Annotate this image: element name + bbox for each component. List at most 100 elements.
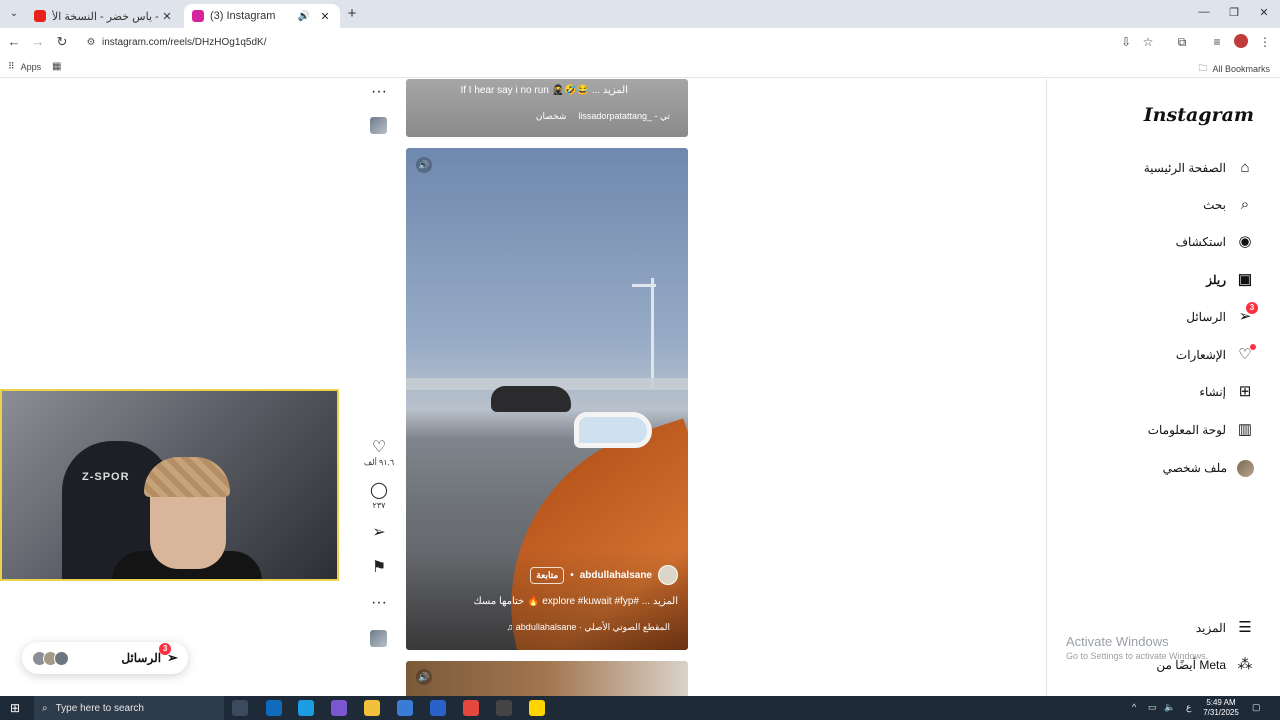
site-info-icon[interactable]: ⚙ bbox=[80, 37, 102, 48]
tab-groups-icon[interactable]: ▦ bbox=[52, 61, 61, 72]
streetlamp-arm bbox=[632, 284, 656, 287]
sidebar-item-reels[interactable]: ريلز ▣ bbox=[1206, 269, 1254, 291]
windows-start-icon[interactable]: ⊞ bbox=[10, 701, 24, 715]
language-indicator[interactable]: ع bbox=[1186, 702, 1191, 713]
sidebar-item-label: بحث bbox=[1203, 198, 1226, 212]
taskbar-clock[interactable]: 5:49 AM 7/31/2025 bbox=[1196, 698, 1246, 718]
comment-count: ٢٣٧ bbox=[372, 501, 386, 510]
apps-grid-icon: ⠿ bbox=[8, 61, 15, 71]
tab-search-chevron-icon[interactable]: ⌄ bbox=[6, 6, 22, 22]
edge-icon[interactable] bbox=[298, 700, 314, 716]
sidebar-item-notifications[interactable]: الإشعارات ♡ bbox=[1176, 344, 1256, 366]
forward-icon[interactable]: → bbox=[30, 34, 46, 50]
outlook-icon[interactable] bbox=[266, 700, 282, 716]
comment-button[interactable]: ◯ ٢٣٧ bbox=[362, 482, 396, 510]
apps-bookmark[interactable]: ⠿ Apps bbox=[8, 61, 41, 72]
watermark-title: Activate Windows bbox=[1066, 634, 1169, 649]
extensions-icon[interactable]: ⧉ bbox=[1174, 34, 1190, 50]
reel-audio[interactable]: ♫ abdullahalsane · المقطع الصوتي الأصلي bbox=[507, 622, 670, 633]
defender-icon[interactable] bbox=[430, 700, 446, 716]
prev-audio-thumbnail[interactable] bbox=[370, 117, 387, 134]
profile-avatar[interactable] bbox=[1234, 34, 1248, 48]
activate-windows-watermark: Activate Windows Go to Settings to activ… bbox=[1066, 634, 1208, 661]
all-bookmarks[interactable]: 🗀 All Bookmarks bbox=[1198, 61, 1270, 77]
author-avatar[interactable] bbox=[658, 565, 678, 585]
more-options-icon[interactable]: ··· bbox=[362, 594, 396, 612]
sound-icon[interactable]: 🔊 bbox=[416, 157, 432, 173]
tab-youtube[interactable]: اه يا ليل - ياس خضر - النسخة الأ ✕ bbox=[26, 4, 182, 28]
notification-center-icon[interactable]: ▢ bbox=[1252, 702, 1261, 713]
watermark-subtitle: Go to Settings to activate Windows. bbox=[1066, 651, 1209, 661]
sidebar-item-label: المزيد bbox=[1195, 621, 1226, 635]
like-count: ٩١,٦ ألف bbox=[363, 458, 395, 467]
chair-brand: Z-SPOR bbox=[82, 471, 130, 483]
save-button[interactable]: ⚑ bbox=[362, 559, 396, 577]
tab-instagram[interactable]: (3) Instagram 🔊 ✕ bbox=[184, 4, 340, 28]
reel-caption[interactable]: ختامها مسك 🔥 explore #kuwait #fyp# ... ا… bbox=[473, 596, 678, 607]
sidebar-item-search[interactable]: بحث ⌕ bbox=[1203, 194, 1254, 216]
dashboard-icon: ▥ bbox=[1237, 421, 1253, 438]
new-tab-icon[interactable]: + bbox=[344, 6, 360, 22]
search-icon: ⌕ bbox=[42, 702, 48, 714]
messages-label-group: الرسائل ➢ 3 bbox=[121, 643, 178, 666]
obs-icon[interactable] bbox=[496, 700, 512, 716]
back-icon[interactable]: ← bbox=[6, 34, 22, 50]
previous-reel[interactable]: If I hear say i no run 🥷🤣😂 ... المزيد شخ… bbox=[406, 79, 688, 137]
url-text: instagram.com/reels/DHzHOg1q5dK/ bbox=[102, 36, 267, 48]
restore-icon[interactable]: ❐ bbox=[1226, 6, 1242, 19]
more-options-icon[interactable]: ··· bbox=[362, 83, 396, 101]
taskbar-search[interactable]: ⌕ Type here to search bbox=[34, 696, 224, 720]
volume-icon[interactable]: 🔈 bbox=[1164, 702, 1175, 713]
sticky-notes-icon[interactable] bbox=[529, 700, 545, 716]
messages-pill[interactable]: الرسائل ➢ 3 bbox=[22, 642, 188, 674]
install-app-icon[interactable]: ⇩ bbox=[1118, 34, 1134, 50]
heart-icon: ♡ bbox=[371, 439, 387, 456]
address-bar[interactable]: ⚙ instagram.com/reels/DHzHOg1q5dK/ bbox=[80, 31, 1166, 53]
minimize-icon[interactable]: — bbox=[1196, 6, 1212, 18]
window-close-icon[interactable]: ✕ bbox=[1256, 6, 1272, 19]
speaker-icon[interactable]: 🔊 bbox=[298, 11, 310, 22]
network-icon[interactable]: ▭ bbox=[1148, 702, 1157, 713]
comment-icon: ◯ bbox=[370, 482, 388, 499]
all-bookmarks-label: All Bookmarks bbox=[1212, 64, 1270, 74]
chrome-icon[interactable] bbox=[463, 700, 479, 716]
instagram-logo[interactable]: Instagram bbox=[1144, 104, 1254, 126]
taskbar-search-placeholder: Type here to search bbox=[55, 702, 144, 714]
copilot-icon[interactable] bbox=[331, 700, 347, 716]
current-reel-video[interactable]: 🔊 متابعة • abdullahalsane ختامها مسك 🔥 e… bbox=[406, 148, 688, 650]
sidebar-item-label: استكشاف bbox=[1175, 235, 1226, 249]
task-view-icon[interactable] bbox=[232, 700, 248, 716]
share-button[interactable]: ➢ bbox=[362, 524, 396, 542]
messages-badge: 3 bbox=[159, 643, 172, 655]
follow-button[interactable]: متابعة bbox=[530, 566, 565, 584]
audio-thumbnail[interactable] bbox=[370, 630, 387, 647]
media-controls-icon[interactable]: ≡ bbox=[1209, 34, 1225, 50]
instagram-page: If I hear say i no run 🥷🤣😂 ... المزيد شخ… bbox=[0, 79, 1280, 696]
tray-chevron-icon[interactable]: ^ bbox=[1132, 702, 1136, 712]
sidebar-item-label: ريلز bbox=[1206, 273, 1226, 287]
author-username[interactable]: abdullahalsane bbox=[580, 570, 652, 581]
close-icon[interactable]: ✕ bbox=[160, 10, 174, 23]
sidebar-item-profile[interactable]: ملف شخصي bbox=[1163, 457, 1254, 479]
tagged-people[interactable]: شخصان bbox=[536, 111, 567, 122]
reload-icon[interactable]: ↻ bbox=[54, 34, 70, 50]
sidebar-item-home[interactable]: الصفحة الرئيسية ⌂ bbox=[1144, 157, 1254, 179]
sound-icon[interactable]: 🔊 bbox=[416, 669, 432, 685]
notification-dot bbox=[1250, 344, 1256, 350]
file-explorer-icon[interactable] bbox=[364, 700, 380, 716]
menu-icon[interactable]: ⋮ bbox=[1257, 34, 1273, 50]
store-icon[interactable] bbox=[397, 700, 413, 716]
messages-icon: ➢ 3 bbox=[1236, 302, 1258, 326]
like-button[interactable]: ♡ ٩١,٦ ألف bbox=[362, 439, 396, 467]
sidebar-item-explore[interactable]: استكشاف ◉ bbox=[1176, 231, 1254, 253]
close-icon[interactable]: ✕ bbox=[318, 10, 332, 23]
tab-label: اه يا ليل - ياس خضر - النسخة الأ bbox=[52, 10, 160, 23]
reel-audio[interactable]: lissadorpatattang_ - تي bbox=[578, 111, 670, 122]
sidebar-item-create[interactable]: إنشاء ⊞ bbox=[1199, 381, 1254, 403]
reel-caption: If I hear say i no run 🥷🤣😂 ... المزيد bbox=[460, 85, 628, 96]
instagram-sidebar: Instagram الصفحة الرئيسية ⌂ بحث ⌕ استكشا… bbox=[1046, 79, 1280, 696]
next-reel[interactable]: 🔊 bbox=[406, 661, 688, 696]
sidebar-item-messages[interactable]: الرسائل ➢ 3 bbox=[1186, 302, 1258, 328]
bookmark-star-icon[interactable]: ☆ bbox=[1140, 34, 1156, 50]
sidebar-item-dashboard[interactable]: لوحة المعلومات ▥ bbox=[1148, 419, 1254, 441]
